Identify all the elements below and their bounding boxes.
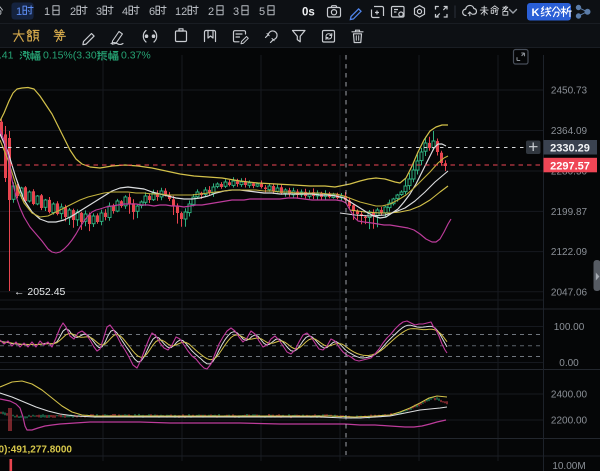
svg-text:12: 12 bbox=[175, 6, 187, 18]
svg-text:2400.00: 2400.00 bbox=[551, 390, 588, 401]
svg-text:2297.57: 2297.57 bbox=[550, 160, 590, 172]
svg-text:2: 2 bbox=[70, 6, 76, 18]
svg-text:2200.00: 2200.00 bbox=[551, 416, 588, 427]
svg-text:2199.87: 2199.87 bbox=[551, 207, 588, 218]
svg-text:10.00M: 10.00M bbox=[552, 461, 585, 471]
svg-text:2047.06: 2047.06 bbox=[551, 287, 588, 298]
svg-text:0.00: 0.00 bbox=[559, 358, 579, 369]
svg-text:2: 2 bbox=[208, 6, 214, 18]
svg-text:1: 1 bbox=[16, 6, 22, 18]
svg-text:K: K bbox=[532, 7, 540, 19]
svg-text:0.37%: 0.37% bbox=[121, 50, 151, 62]
svg-text:1: 1 bbox=[44, 6, 50, 18]
svg-text:0.15%(3.30): 0.15%(3.30) bbox=[43, 50, 100, 62]
svg-text:3: 3 bbox=[96, 6, 102, 18]
svg-text:100.00: 100.00 bbox=[554, 322, 585, 333]
svg-text:6: 6 bbox=[149, 6, 155, 18]
svg-text:4: 4 bbox=[122, 6, 128, 18]
svg-text:3.41: 3.41 bbox=[0, 50, 14, 62]
svg-text:2450.73: 2450.73 bbox=[551, 86, 588, 97]
svg-text:2364.09: 2364.09 bbox=[551, 126, 588, 137]
svg-text:2330.29: 2330.29 bbox=[550, 143, 590, 155]
svg-text:← 2052.45: ← 2052.45 bbox=[14, 286, 66, 298]
svg-text:0s: 0s bbox=[302, 7, 315, 19]
svg-text:3: 3 bbox=[233, 6, 239, 18]
svg-text:20):491,277.8000: 20):491,277.8000 bbox=[0, 445, 72, 456]
svg-text:2122.09: 2122.09 bbox=[551, 247, 588, 258]
svg-text:5: 5 bbox=[259, 6, 265, 18]
